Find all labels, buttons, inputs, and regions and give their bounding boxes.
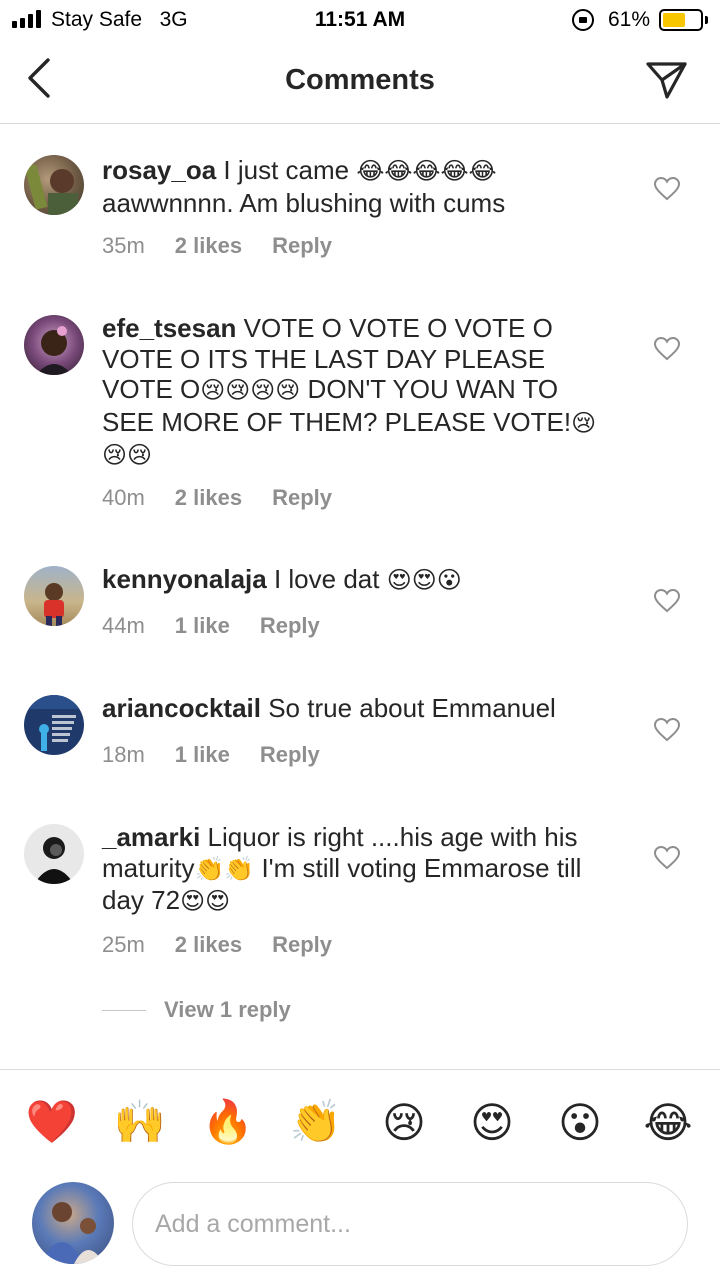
comment-text: ariancocktail So true about Emmanuel	[102, 693, 602, 724]
emoji-sequence: 😂😂😂😂😂	[356, 158, 497, 185]
emoji-laughing-button[interactable]: 😂	[640, 1094, 696, 1150]
emoji-heart-eyes-button[interactable]: 😍	[464, 1094, 520, 1150]
comment-time: 25m	[102, 932, 145, 957]
comment-username[interactable]: rosay_oa	[102, 155, 216, 185]
heart-icon	[653, 717, 681, 742]
avatar[interactable]	[24, 155, 84, 215]
divider	[0, 1069, 720, 1070]
comment-text: efe_tsesan VOTE O VOTE O VOTE O VOTE O I…	[102, 313, 602, 472]
battery-percentage: 61%	[608, 8, 651, 31]
avatar[interactable]	[24, 315, 84, 375]
like-button[interactable]	[653, 336, 681, 361]
like-button[interactable]	[653, 588, 681, 613]
battery-tip	[705, 16, 708, 24]
like-button[interactable]	[653, 176, 681, 201]
emoji-sequence: 👏👏	[194, 855, 255, 883]
comment-meta: 18m 1 like Reply	[102, 742, 350, 768]
emoji-sequence: 😢😢😢😢	[200, 377, 301, 404]
comment-time: 44m	[102, 613, 145, 638]
emoji-surprised-button[interactable]: 😮	[552, 1094, 608, 1150]
comment-likes[interactable]: 1 like	[175, 613, 230, 638]
comment-username[interactable]: ariancocktail	[102, 693, 261, 723]
heart-icon	[653, 176, 681, 201]
like-button[interactable]	[653, 717, 681, 742]
avatar-image	[24, 164, 78, 215]
emoji-sequence: 😍😍😮	[386, 567, 462, 594]
replies-divider-line	[102, 1009, 146, 1011]
status-bar: Stay Safe 3G 11:51 AM 61%	[0, 0, 720, 40]
comment-body-continued: aawwnnnn. Am blushing with cums	[102, 187, 506, 218]
comment-meta: 35m 2 likes Reply	[102, 233, 362, 259]
quick-emoji-bar: ❤️ 🙌 🔥 👏 😢 😍 😮 😂	[0, 1094, 720, 1150]
comment-body: I just came	[216, 155, 357, 185]
comment-text: _amarki Liquor is right ....his age with…	[102, 822, 602, 918]
emoji-sequence: 😍😍	[180, 888, 231, 915]
heart-icon	[653, 336, 681, 361]
comment-time: 40m	[102, 485, 145, 510]
back-button[interactable]	[22, 56, 58, 100]
emoji-heart-button[interactable]: ❤️	[24, 1094, 80, 1150]
page-title: Comments	[285, 64, 435, 96]
rotation-lock-icon	[572, 9, 594, 31]
emoji-raised-hands-button[interactable]: 🙌	[112, 1094, 168, 1150]
avatar-image	[44, 583, 64, 626]
comment-username[interactable]: kennyonalaja	[102, 564, 267, 594]
heart-icon	[653, 845, 681, 870]
avatar[interactable]	[24, 695, 84, 755]
reply-button[interactable]: Reply	[272, 932, 332, 957]
reply-button[interactable]: Reply	[260, 613, 320, 638]
heart-icon	[653, 588, 681, 613]
emoji-clap-button[interactable]: 👏	[288, 1094, 344, 1150]
comment-meta: 40m 2 likes Reply	[102, 485, 362, 511]
avatar[interactable]	[24, 824, 84, 884]
comment-meta: 25m 2 likes Reply	[102, 932, 362, 958]
comment-input[interactable]	[132, 1182, 688, 1266]
comment-likes[interactable]: 2 likes	[175, 932, 242, 957]
current-user-avatar	[32, 1182, 114, 1264]
avatar-image	[40, 1202, 104, 1264]
header-bar: Comments	[0, 40, 720, 124]
avatar-image	[34, 837, 74, 884]
view-replies-label: View 1 reply	[164, 997, 291, 1022]
like-button[interactable]	[653, 845, 681, 870]
comment-text: kennyonalaja I love dat 😍😍😮	[102, 564, 602, 597]
emoji-crying-button[interactable]: 😢	[376, 1094, 432, 1150]
chevron-left-icon	[28, 58, 50, 98]
comment-likes[interactable]: 2 likes	[175, 485, 242, 510]
comment-meta: 44m 1 like Reply	[102, 613, 350, 639]
reply-button[interactable]: Reply	[260, 742, 320, 767]
reply-button[interactable]: Reply	[272, 485, 332, 510]
view-replies-button[interactable]: View 1 reply	[102, 997, 291, 1023]
avatar-image	[36, 326, 72, 375]
paper-plane-icon	[646, 62, 687, 99]
comment-time: 35m	[102, 233, 145, 258]
battery-level	[663, 13, 685, 27]
share-button[interactable]	[642, 56, 690, 104]
comment-likes[interactable]: 1 like	[175, 742, 230, 767]
comment-body: So true about Emmanuel	[260, 693, 556, 723]
avatar-image	[24, 695, 84, 751]
comment-time: 18m	[102, 742, 145, 767]
comment-body: I love dat	[266, 564, 387, 594]
comment-text: rosay_oa I just came 😂😂😂😂😂 aawwnnnn. Am …	[102, 155, 602, 218]
comment-likes[interactable]: 2 likes	[175, 233, 242, 258]
battery-icon	[659, 9, 703, 31]
comment-username[interactable]: efe_tsesan	[102, 313, 236, 343]
reply-button[interactable]: Reply	[272, 233, 332, 258]
comment-username[interactable]: _amarki	[102, 822, 200, 852]
emoji-fire-button[interactable]: 🔥	[200, 1094, 256, 1150]
avatar[interactable]	[24, 566, 84, 626]
